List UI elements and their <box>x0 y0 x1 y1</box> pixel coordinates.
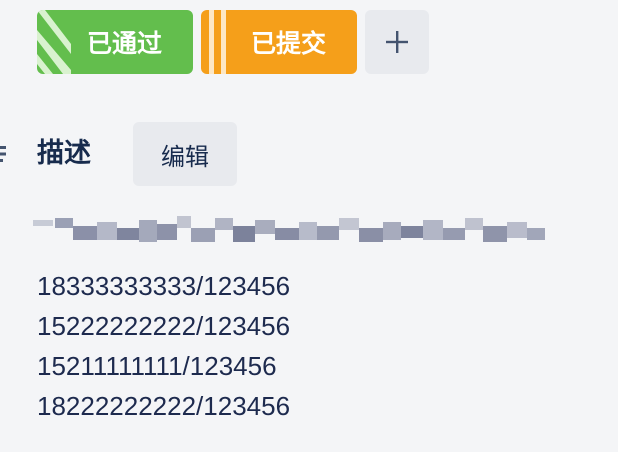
plus-icon <box>386 31 408 53</box>
description-line: 15222222222/123456 <box>37 311 291 341</box>
description-title: 描述 <box>37 138 91 169</box>
edit-button[interactable]: 编辑 <box>133 122 237 186</box>
label-bar-decoration <box>209 10 226 74</box>
label-submitted[interactable]: 已提交 <box>201 10 357 74</box>
description-body: 18333333333/123456 15222222222/123456 15… <box>37 266 290 426</box>
add-label-button[interactable] <box>365 10 429 74</box>
description-line: 18333333333/123456 <box>37 271 291 301</box>
label-approved[interactable]: 已通过 <box>37 10 193 74</box>
description-line: 15211111111/123456 <box>37 351 277 381</box>
description-line: 18222222222/123456 <box>37 391 291 421</box>
label-submitted-text: 已提交 <box>251 29 327 58</box>
labels-row: 已通过 已提交 <box>37 10 429 74</box>
label-stripe-decoration <box>37 10 71 74</box>
label-approved-text: 已通过 <box>87 29 163 58</box>
redacted-text <box>33 216 545 242</box>
list-icon <box>0 146 6 162</box>
